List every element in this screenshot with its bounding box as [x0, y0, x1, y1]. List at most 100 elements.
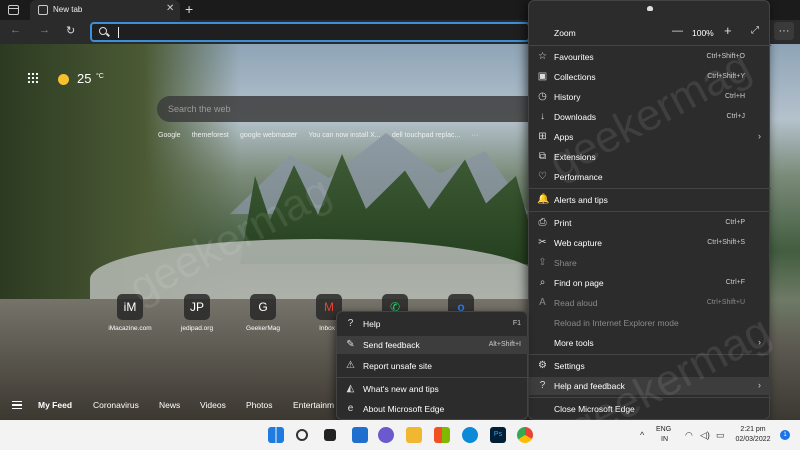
quick-links-more[interactable]: ···	[472, 132, 479, 139]
clock-time[interactable]: 2:21 pm	[733, 426, 773, 433]
menu-item-history[interactable]: ◷ History Ctrl+H	[529, 88, 771, 106]
tile-icon: G	[250, 294, 276, 320]
menu-item-label: Help and feedback	[554, 381, 625, 391]
store-icon[interactable]	[434, 427, 450, 443]
address-bar[interactable]	[90, 22, 530, 42]
quick-link[interactable]: Google	[158, 132, 181, 139]
extensions-icon: ⧉	[538, 151, 547, 162]
menu-item-print[interactable]: ⎙ Print Ctrl+P	[529, 214, 771, 232]
menu-item-apps[interactable]: ⊞ Apps ›	[529, 128, 771, 146]
menu-item-label: Alerts and tips	[554, 195, 608, 205]
submenu-item-help[interactable]: ? Help F1	[337, 315, 529, 333]
app-launcher-icon[interactable]	[27, 72, 39, 84]
menu-item-label: Print	[554, 218, 572, 228]
menu-item-label: Find on page	[554, 278, 604, 288]
windows-start-icon[interactable]	[268, 427, 284, 443]
language-indicator[interactable]: ENG	[656, 426, 671, 433]
menu-icon[interactable]	[12, 401, 22, 409]
menu-item-shortcut: Ctrl+J	[726, 113, 745, 120]
menu-divider	[529, 397, 771, 398]
new-tab-button[interactable]: +	[185, 1, 193, 17]
language-region[interactable]: IN	[661, 436, 668, 443]
menu-item-performance[interactable]: ♡ Performance	[529, 168, 771, 186]
menu-item-more-tools[interactable]: More tools ›	[529, 334, 771, 352]
quick-link[interactable]: google webmaster	[240, 132, 297, 139]
battery-icon[interactable]: ▭	[716, 430, 725, 441]
menu-item-label: Favourites	[554, 52, 594, 62]
menu-divider	[529, 45, 771, 46]
menu-item-web-capture[interactable]: ✂ Web capture Ctrl+Shift+S	[529, 234, 771, 252]
menu-item-alerts[interactable]: 🔔 Alerts and tips	[529, 191, 771, 209]
widgets-icon[interactable]	[352, 427, 368, 443]
quick-link[interactable]: dell touchpad replac...	[392, 132, 461, 139]
submenu-item-report-unsafe[interactable]: ⚠ Report unsafe site	[337, 357, 529, 375]
taskbar: Ps ^ ENG IN ◠ ◁) ▭ 2:21 pm 02/03/2022 1	[0, 420, 800, 450]
submenu-item-about[interactable]: e About Microsoft Edge	[337, 400, 529, 418]
weather-sun-icon[interactable]	[58, 74, 69, 85]
menu-divider	[529, 188, 771, 189]
submenu-item-label: About Microsoft Edge	[363, 404, 445, 414]
back-button[interactable]: ←	[10, 24, 21, 36]
menu-item-settings[interactable]: ⚙ Settings	[529, 357, 771, 375]
weather-temperature[interactable]: 25	[77, 71, 91, 86]
feed-tab-videos[interactable]: Videos	[200, 400, 226, 410]
quick-link[interactable]: You can now install X...	[308, 132, 380, 139]
gear-icon: ⚙	[538, 360, 547, 371]
chrome-icon[interactable]	[517, 427, 533, 443]
share-icon: ⇪	[538, 257, 547, 268]
menu-item-collections[interactable]: ▣ Collections Ctrl+Shift+Y	[529, 68, 771, 86]
fullscreen-icon[interactable]: ⤢	[751, 25, 759, 36]
menu-item-find-on-page[interactable]: ⌕ Find on page Ctrl+F	[529, 274, 771, 292]
zoom-in-button[interactable]: +	[724, 23, 732, 38]
file-explorer-icon[interactable]	[406, 427, 422, 443]
menu-item-label: Settings	[554, 361, 585, 371]
menu-item-label: Close Microsoft Edge	[554, 404, 635, 414]
tile-icon: iM	[117, 294, 143, 320]
menu-item-help-and-feedback[interactable]: ? Help and feedback ›	[529, 377, 771, 395]
history-icon: ◷	[538, 91, 547, 102]
menu-item-shortcut: Ctrl+Shift+U	[706, 299, 745, 306]
settings-and-more-button[interactable]: ···	[774, 22, 794, 40]
task-view-icon[interactable]	[324, 429, 336, 441]
feed-tab-news[interactable]: News	[159, 400, 180, 410]
menu-item-close-edge[interactable]: Close Microsoft Edge	[529, 400, 771, 418]
menu-item-extensions[interactable]: ⧉ Extensions	[529, 148, 771, 166]
settings-and-more-menu: Zoom — 100% + ⤢ ☆ Favourites Ctrl+Shift+…	[528, 0, 771, 420]
wifi-icon[interactable]: ◠	[685, 430, 693, 441]
zoom-out-button[interactable]: —	[672, 25, 683, 37]
web-search-box[interactable]: Search the web	[157, 96, 537, 122]
quick-link[interactable]: themeforest	[192, 132, 229, 139]
photoshop-icon[interactable]: Ps	[490, 427, 506, 443]
notification-badge[interactable]: 1	[780, 430, 790, 440]
menu-item-favourites[interactable]: ☆ Favourites Ctrl+Shift+O	[529, 48, 771, 66]
zoom-level: 100%	[692, 28, 714, 38]
refresh-button[interactable]: ↻	[66, 24, 75, 37]
apps-icon: ⊞	[538, 131, 547, 142]
tab-actions-icon[interactable]	[8, 5, 19, 15]
submenu-item-send-feedback[interactable]: ✎ Send feedback Alt+Shift+I	[337, 336, 529, 354]
feed-tab-photos[interactable]: Photos	[246, 400, 272, 410]
search-icon[interactable]	[296, 429, 308, 441]
volume-icon[interactable]: ◁)	[700, 430, 710, 441]
show-hidden-icons-chevron[interactable]: ^	[640, 430, 644, 440]
menu-item-downloads[interactable]: ↓ Downloads Ctrl+J	[529, 108, 771, 126]
feed-tab-my-feed[interactable]: My Feed	[38, 400, 72, 410]
forward-button[interactable]: →	[39, 24, 50, 36]
edge-icon[interactable]	[462, 427, 478, 443]
tab-new-tab[interactable]: New tab ✕	[30, 0, 180, 20]
help-icon: ?	[347, 318, 354, 329]
tab-close-button[interactable]: ✕	[166, 3, 174, 14]
submenu-item-whats-new[interactable]: ◭ What's new and tips	[337, 380, 529, 398]
feed-tab-coronavirus[interactable]: Coronavirus	[93, 400, 139, 410]
teams-chat-icon[interactable]	[378, 427, 394, 443]
feed-tab-entertainment[interactable]: Entertainm	[293, 400, 334, 410]
weather-unit: °C	[96, 73, 104, 80]
menu-item-label: Share	[554, 258, 577, 268]
menu-item-read-aloud: A Read aloud Ctrl+Shift+U	[529, 294, 771, 312]
submenu-item-label: Send feedback	[363, 340, 420, 350]
help-icon: ?	[539, 380, 546, 391]
menu-item-label: Read aloud	[554, 298, 598, 308]
menu-item-label: History	[554, 92, 581, 102]
menu-item-ie-mode: Reload in Internet Explorer mode	[529, 314, 771, 332]
clock-date[interactable]: 02/03/2022	[731, 436, 775, 443]
